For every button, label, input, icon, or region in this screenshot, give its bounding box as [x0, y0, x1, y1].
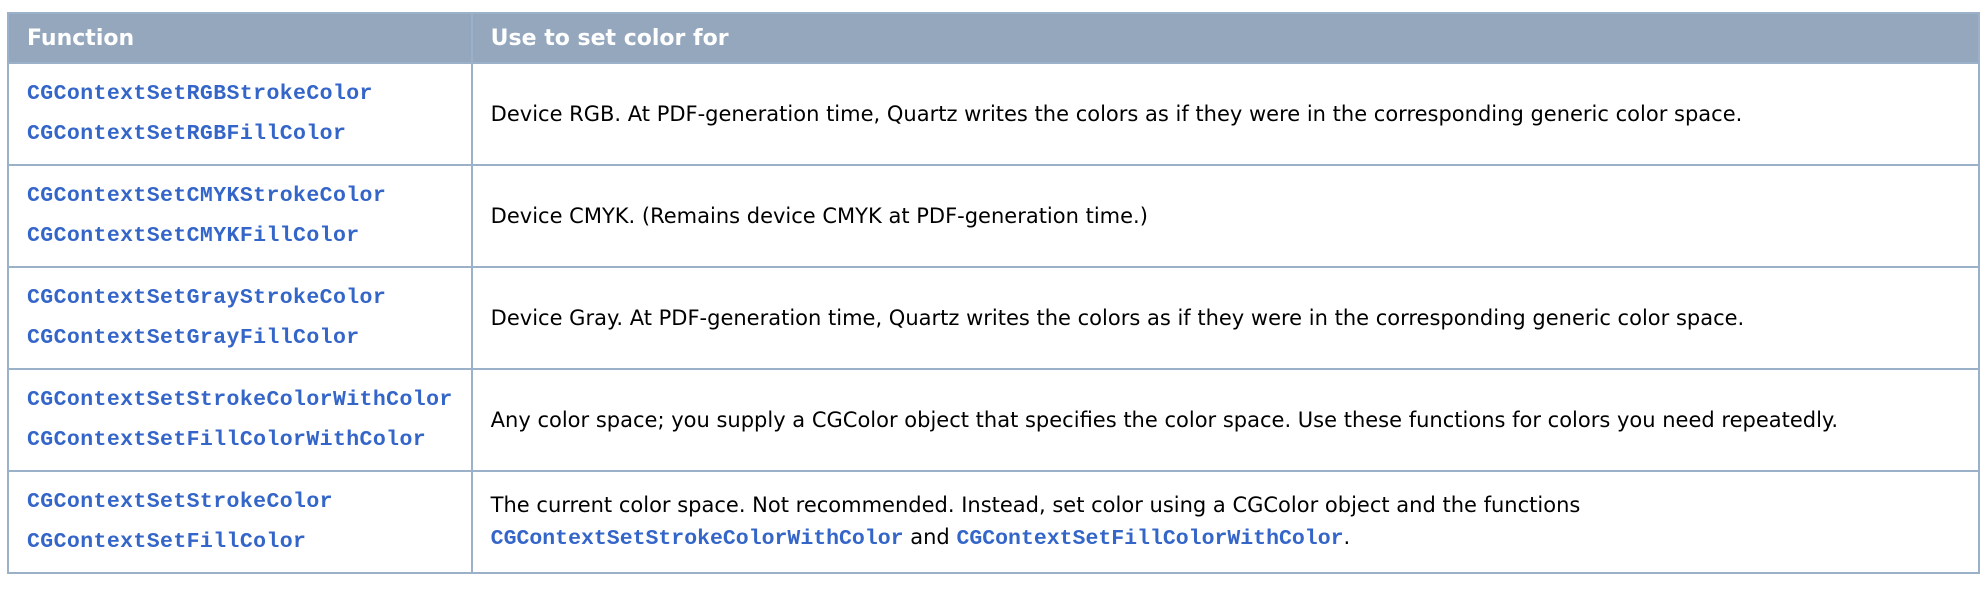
function-cell: CGContextSetRGBStrokeColor CGContextSetR…: [7, 62, 473, 166]
function-link[interactable]: CGContextSetStrokeColor: [27, 482, 453, 522]
function-link[interactable]: CGContextSetRGBStrokeColor: [27, 74, 453, 114]
table-row: CGContextSetCMYKStrokeColor CGContextSet…: [7, 164, 1981, 268]
table-row: CGContextSetStrokeColor CGContextSetFill…: [7, 470, 1981, 574]
function-link[interactable]: CGContextSetRGBFillColor: [27, 114, 453, 154]
table-row: CGContextSetRGBStrokeColor CGContextSetR…: [7, 62, 1981, 166]
function-link[interactable]: CGContextSetFillColor: [27, 522, 453, 562]
function-link[interactable]: CGContextSetStrokeColorWithColor: [27, 380, 453, 420]
function-cell: CGContextSetStrokeColorWithColor CGConte…: [7, 368, 473, 472]
function-link[interactable]: CGContextSetCMYKStrokeColor: [27, 176, 453, 216]
description-cell: The current color space. Not recommended…: [470, 470, 1981, 574]
function-cell: CGContextSetStrokeColor CGContextSetFill…: [7, 470, 473, 574]
function-cell: CGContextSetCMYKStrokeColor CGContextSet…: [7, 164, 473, 268]
description-cell: Any color space; you supply a CGColor ob…: [470, 368, 1981, 472]
color-functions-table: Function Use to set color for CGContextS…: [7, 12, 1981, 574]
function-cell: CGContextSetGrayStrokeColor CGContextSet…: [7, 266, 473, 370]
header-use: Use to set color for: [470, 12, 1981, 64]
table-header-row: Function Use to set color for: [7, 12, 1981, 64]
inline-function-link[interactable]: CGContextSetFillColorWithColor: [956, 527, 1343, 551]
description-text: The current color space. Not recommended…: [490, 493, 1581, 517]
connector-text: and: [910, 525, 950, 549]
function-link[interactable]: CGContextSetGrayFillColor: [27, 318, 453, 358]
inline-function-link[interactable]: CGContextSetStrokeColorWithColor: [491, 527, 904, 551]
function-link[interactable]: CGContextSetFillColorWithColor: [27, 420, 453, 460]
description-cell: Device RGB. At PDF-generation time, Quar…: [470, 62, 1981, 166]
header-function: Function: [7, 12, 473, 64]
table-row: CGContextSetStrokeColorWithColor CGConte…: [7, 368, 1981, 472]
description-cell: Device Gray. At PDF-generation time, Qua…: [470, 266, 1981, 370]
function-link[interactable]: CGContextSetCMYKFillColor: [27, 216, 453, 256]
description-cell: Device CMYK. (Remains device CMYK at PDF…: [470, 164, 1981, 268]
function-link[interactable]: CGContextSetGrayStrokeColor: [27, 278, 453, 318]
period-text: .: [1343, 525, 1351, 549]
table-row: CGContextSetGrayStrokeColor CGContextSet…: [7, 266, 1981, 370]
